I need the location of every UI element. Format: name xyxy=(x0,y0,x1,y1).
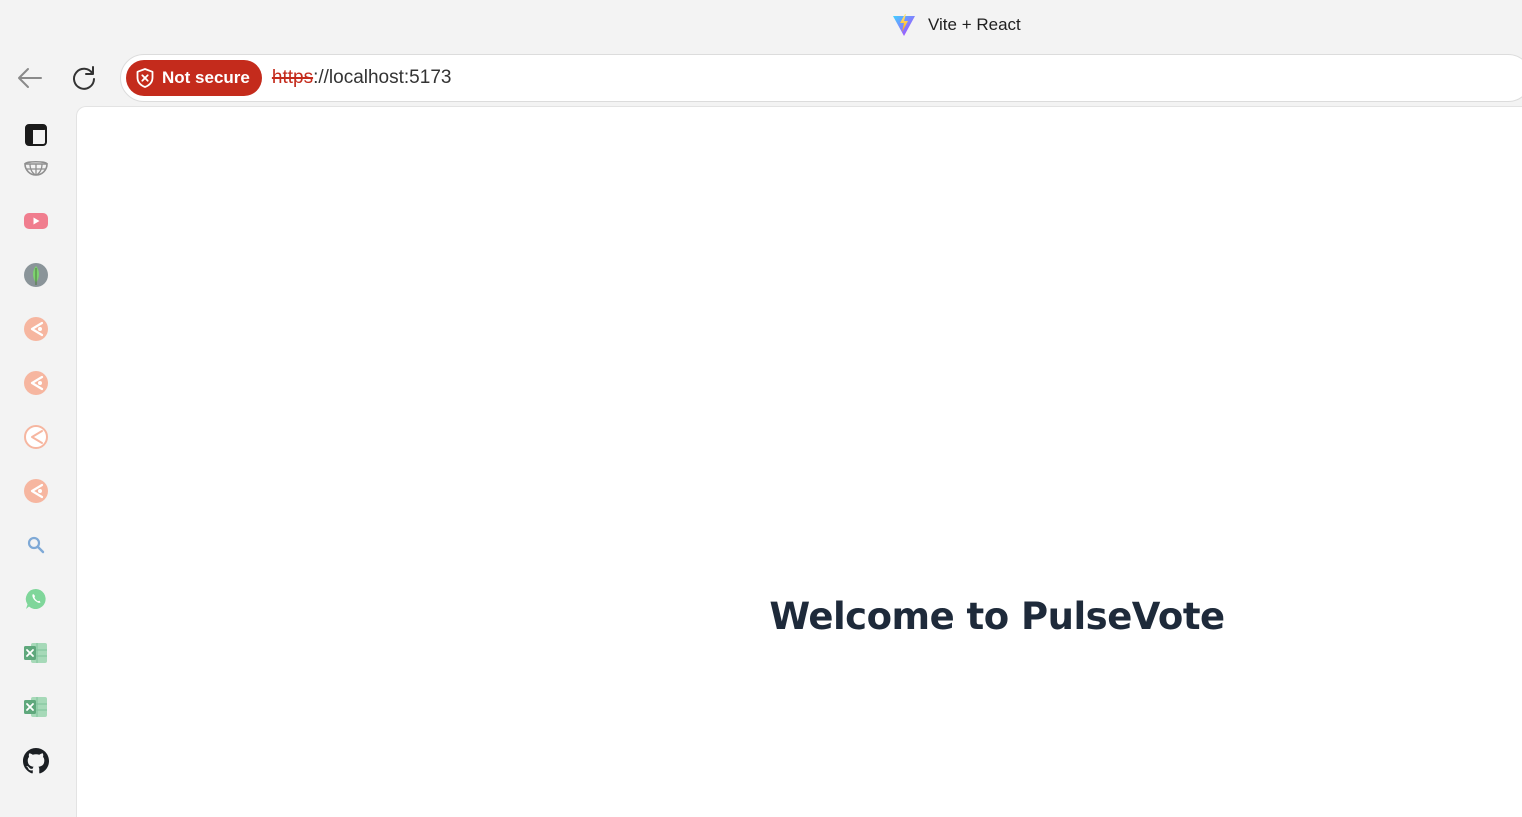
sidebar-item-github[interactable] xyxy=(21,746,51,776)
address-bar[interactable]: Not secure https://localhost:5173 xyxy=(120,54,1522,102)
sidebar-item-app-2[interactable] xyxy=(21,368,51,398)
active-tab[interactable]: Vite + React xyxy=(892,12,1021,38)
sidebar-item-app-4[interactable] xyxy=(21,476,51,506)
url-host: ://localhost:5173 xyxy=(313,67,452,88)
search-icon xyxy=(26,535,46,555)
shield-warning-icon xyxy=(136,68,154,88)
app-icon xyxy=(23,478,49,504)
sidebar-item-excel-1[interactable] xyxy=(21,638,51,668)
url-text[interactable]: https://localhost:5173 xyxy=(272,67,452,89)
tab-title: Vite + React xyxy=(928,15,1021,34)
vite-logo-icon xyxy=(892,13,916,37)
web-content: Welcome to PulseVote xyxy=(76,106,1522,817)
github-icon xyxy=(23,748,49,774)
sidebar-item-app-3[interactable] xyxy=(21,422,51,452)
app-icon xyxy=(23,370,49,396)
url-scheme: https xyxy=(271,67,314,88)
sidebar-item-globe[interactable] xyxy=(21,155,51,185)
sidebar-item-excel-2[interactable] xyxy=(21,692,51,722)
back-button[interactable] xyxy=(10,58,50,98)
excel-icon xyxy=(23,695,49,719)
app-outline-icon xyxy=(23,424,49,450)
app-icon xyxy=(23,316,49,342)
sidebar-item-youtube[interactable] xyxy=(21,206,51,236)
globe-icon xyxy=(23,159,49,181)
sidebar-item-whatsapp[interactable] xyxy=(21,584,51,614)
toolbar: Not secure https://localhost:5173 xyxy=(0,50,1522,106)
arrow-left-icon xyxy=(16,64,44,92)
sidebar-toggle-button[interactable] xyxy=(21,120,51,150)
vertical-sidebar xyxy=(0,106,76,817)
mongodb-leaf-icon xyxy=(23,262,49,288)
browser-window: Vite + React Not secure https://localho… xyxy=(0,0,1522,817)
not-secure-badge[interactable]: Not secure xyxy=(126,60,262,96)
sidebar-item-mongodb[interactable] xyxy=(21,260,51,290)
title-bar: Vite + React xyxy=(0,0,1522,50)
sidebar-item-app-1[interactable] xyxy=(21,314,51,344)
reload-button[interactable] xyxy=(64,58,104,98)
whatsapp-icon xyxy=(24,587,48,611)
excel-icon xyxy=(23,641,49,665)
security-label: Not secure xyxy=(162,68,250,87)
page-heading: Welcome to PulseVote xyxy=(769,595,1225,638)
refresh-icon xyxy=(70,64,98,92)
sidebar-panel-icon xyxy=(24,123,48,147)
sidebar-item-search[interactable] xyxy=(21,530,51,560)
youtube-icon xyxy=(23,211,49,231)
